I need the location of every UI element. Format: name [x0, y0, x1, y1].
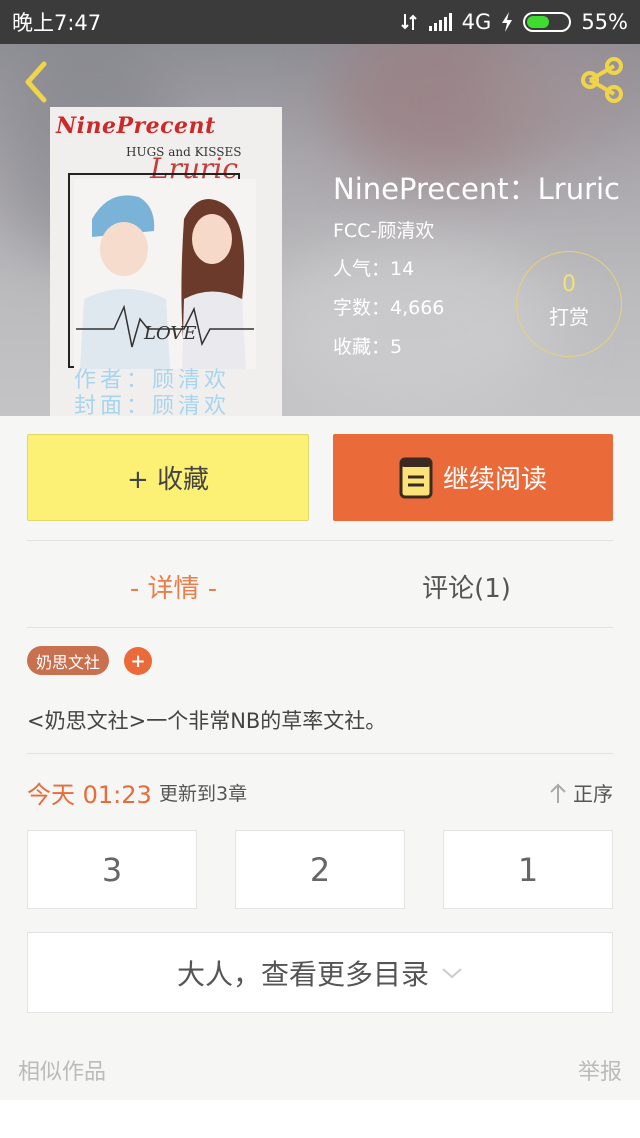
update-text: 更新到3章	[159, 783, 248, 805]
popularity-stat: 人气：14	[333, 258, 415, 280]
status-time: 晚上7:47	[12, 11, 102, 35]
tab-details[interactable]: - 详情 -	[27, 560, 320, 612]
bottom-area	[0, 1100, 640, 1138]
share-button[interactable]	[576, 54, 628, 106]
cover-illustration: LOVE	[74, 179, 256, 369]
tip-label: 打赏	[549, 305, 589, 329]
add-tag-label: +	[130, 650, 146, 672]
tab-comments[interactable]: 评论(1)	[320, 560, 613, 612]
battery-icon	[523, 12, 572, 32]
tab-details-label: - 详情 -	[129, 573, 218, 604]
divider	[27, 753, 613, 754]
chapter-button[interactable]: 2	[235, 830, 405, 909]
chapter-button[interactable]: 3	[27, 830, 197, 909]
divider	[27, 540, 613, 541]
update-time: 今天 01:23	[27, 781, 152, 809]
add-tag-button[interactable]: +	[124, 647, 152, 675]
chapter-label: 1	[517, 850, 539, 889]
collect-label: + 收藏	[126, 465, 210, 495]
cover-art-text: LOVE	[143, 323, 197, 344]
chapter-label: 3	[101, 850, 123, 889]
tip-button[interactable]: 0 打赏	[516, 251, 622, 357]
club-tag-label: 奶思文社	[36, 652, 101, 672]
continue-reading-button[interactable]: 继续阅读	[333, 434, 613, 521]
signal-icon	[428, 13, 452, 31]
book-cover[interactable]: NinePrecent HUGS and KISSES Lruric LOVE …	[50, 107, 282, 416]
book-author[interactable]: FCC-顾清欢	[333, 216, 434, 243]
status-bar: 晚上7:47 4G 55%	[0, 0, 640, 44]
word-count-stat: 字数：4,666	[333, 297, 445, 319]
divider	[27, 627, 613, 628]
more-catalog-label: 大人，查看更多目录	[176, 957, 429, 991]
book-icon	[399, 457, 433, 498]
tip-count: 0	[562, 272, 576, 297]
arrow-up-icon	[550, 783, 566, 803]
chapter-button[interactable]: 1	[443, 830, 613, 909]
similar-works-link[interactable]: 相似作品	[18, 1054, 106, 1086]
club-tag[interactable]: 奶思文社	[27, 646, 110, 675]
cover-title: NinePrecent	[56, 113, 216, 139]
chevron-down-icon	[442, 967, 462, 978]
data-transfer-icon	[400, 14, 417, 30]
tab-comments-label: 评论(1)	[422, 573, 511, 604]
continue-reading-label: 继续阅读	[442, 465, 547, 495]
more-catalog-button[interactable]: 大人，查看更多目录	[27, 932, 613, 1013]
cover-credit-design: 封面：顾清欢	[74, 394, 231, 416]
book-description: <奶思文社>一个非常NB的草率文社。	[27, 709, 387, 733]
cover-credit: 作者：顾清欢 封面：顾清欢	[74, 368, 230, 416]
report-link[interactable]: 举报	[578, 1054, 622, 1086]
sort-label: 正序	[573, 782, 613, 806]
favorites-stat: 收藏：5	[333, 336, 403, 358]
book-header: NinePrecent HUGS and KISSES Lruric LOVE …	[0, 44, 640, 416]
charging-icon	[502, 12, 513, 32]
chapter-label: 2	[309, 850, 331, 889]
back-button[interactable]	[16, 58, 56, 106]
sort-toggle[interactable]: 正序	[549, 778, 613, 807]
network-type: 4G	[461, 10, 492, 34]
cover-credit-author: 作者：顾清欢	[74, 368, 231, 393]
collect-button[interactable]: + 收藏	[27, 434, 309, 521]
battery-percent: 55%	[581, 10, 628, 34]
book-title: NinePrecent：Lruric	[333, 172, 620, 206]
